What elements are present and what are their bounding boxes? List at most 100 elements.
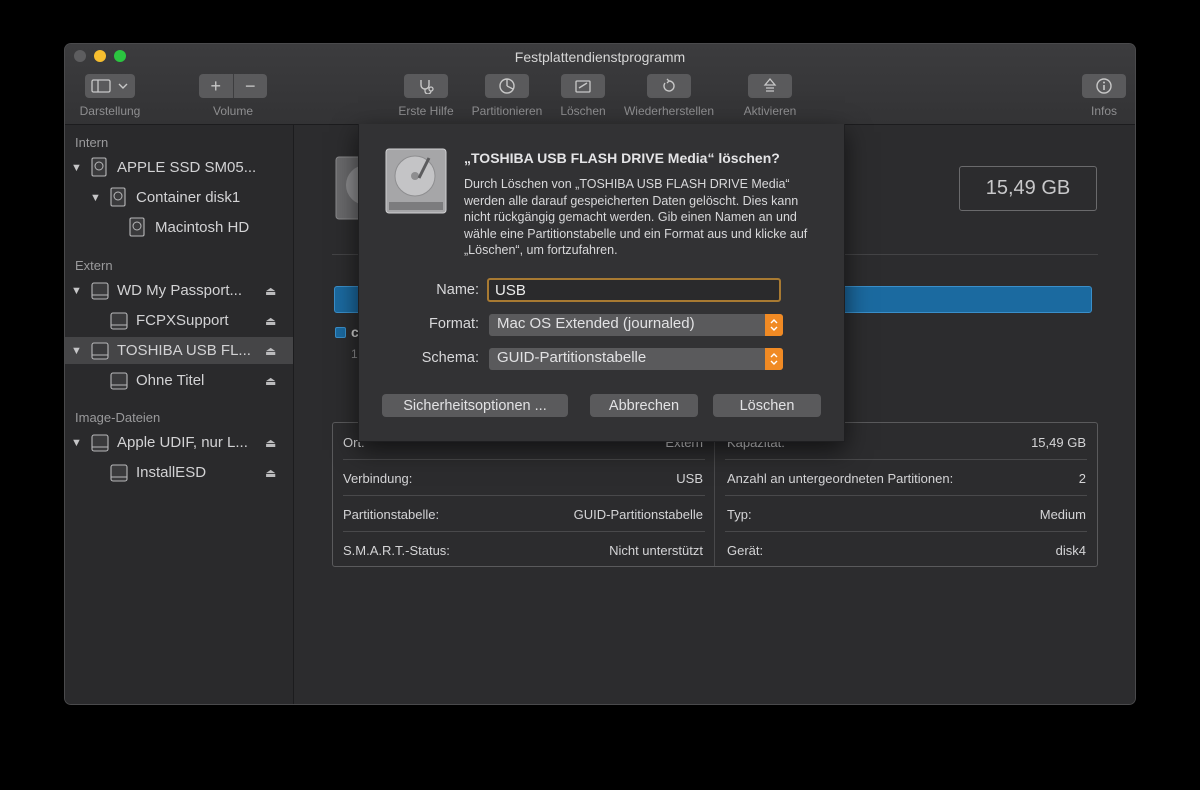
cancel-button[interactable]: Abbrechen (590, 394, 698, 417)
info-table: Ort: Extern Kapazität: 15,49 GB Verbindu… (332, 422, 1098, 567)
internal-disk-icon (91, 157, 107, 177)
section-image-dateien: Image-Dateien (75, 410, 161, 425)
info-connection-value: USB (676, 471, 703, 486)
erase-button[interactable] (561, 74, 605, 98)
sidebar-item-label: InstallESD (136, 464, 207, 481)
format-label: Format: (429, 316, 479, 332)
row-divider (343, 459, 705, 460)
schema-select[interactable]: GUID-Partitionstabelle (489, 348, 783, 370)
info-type-value: Medium (1039, 507, 1086, 522)
disclosure-triangle-icon[interactable]: ▼ (90, 192, 101, 204)
usage-legend-swatch (335, 327, 346, 338)
info-partitions-value: 2 (1078, 471, 1086, 486)
sidebar-item-toshiba-usb[interactable]: ▼ TOSHIBA USB FL... ⏏ (65, 337, 293, 364)
partition-label: Partitionieren (471, 104, 543, 118)
volume-segmented: + − (199, 74, 267, 98)
sidebar-item-label: Apple UDIF, nur L... (117, 434, 248, 451)
restore-arrow-icon (663, 78, 675, 92)
add-volume-button[interactable]: + (199, 76, 233, 97)
first-aid-button[interactable] (404, 74, 448, 98)
info-partition-table-label: Partitionstabelle: (343, 507, 440, 522)
mount-label: Aktivieren (743, 104, 797, 118)
eject-icon[interactable]: ⏏ (265, 436, 276, 450)
eject-icon[interactable]: ⏏ (265, 374, 276, 388)
restore-label: Wiederherstellen (623, 104, 715, 118)
section-intern: Intern (75, 135, 109, 150)
mount-button[interactable] (748, 74, 792, 98)
container-disk-icon (110, 187, 126, 207)
view-button[interactable] (85, 74, 135, 98)
sidebar-item-apple-udif[interactable]: ▼ Apple UDIF, nur L... ⏏ (65, 429, 293, 456)
dialog-title: „TOSHIBA USB FLASH DRIVE Media“ löschen? (464, 150, 780, 166)
erase-confirm-button[interactable]: Löschen (713, 394, 821, 417)
sidebar-item-ohne-titel[interactable]: Ohne Titel ⏏ (65, 367, 293, 394)
mount-icon (763, 77, 777, 92)
external-volume-icon (110, 312, 128, 330)
first-aid-label: Erste Hilfe (398, 104, 454, 118)
device-size-box: 15,49 GB (959, 166, 1097, 211)
sidebar: Intern ▼ APPLE SSD SM05... ▼ Container d… (65, 125, 294, 704)
dialog-message: Durch Löschen von „TOSHIBA USB FLASH DRI… (464, 177, 808, 257)
eject-icon[interactable]: ⏏ (265, 284, 276, 298)
sidebar-item-apple-ssd[interactable]: ▼ APPLE SSD SM05... (65, 154, 293, 181)
section-extern: Extern (75, 258, 113, 273)
row-divider (343, 495, 705, 496)
row-divider (343, 531, 705, 532)
info-connection-label: Verbindung: (343, 471, 413, 486)
eject-icon[interactable]: ⏏ (265, 344, 276, 358)
hard-drive-icon (385, 148, 447, 214)
sidebar-item-label: WD My Passport... (117, 282, 243, 299)
row-divider (725, 531, 1087, 532)
usage-legend-value: 1 (351, 347, 358, 361)
info-button[interactable] (1082, 74, 1126, 98)
volume-label: Volume (212, 104, 254, 118)
disk-image-volume-icon (110, 464, 128, 482)
eject-icon[interactable]: ⏏ (265, 466, 276, 480)
format-select-value: Mac OS Extended (journaled) (497, 315, 695, 332)
disk-image-icon (91, 434, 109, 452)
volume-disk-icon (129, 217, 145, 237)
sidebar-item-fcpxsupport[interactable]: FCPXSupport ⏏ (65, 307, 293, 334)
sidebar-item-label: TOSHIBA USB FL... (117, 342, 251, 359)
sidebar-icon (91, 79, 111, 93)
format-select[interactable]: Mac OS Extended (journaled) (489, 314, 783, 336)
stethoscope-icon (420, 80, 434, 94)
erase-disk-icon (575, 80, 591, 93)
table-divider (714, 423, 715, 566)
security-options-button[interactable]: Sicherheitsoptionen ... (382, 394, 568, 417)
sidebar-item-label: FCPXSupport (136, 312, 229, 329)
toolbar: Festplattendienstprogramm Darstellung + … (65, 44, 1135, 125)
info-label: Infos (1090, 104, 1117, 118)
partition-button[interactable] (485, 74, 529, 98)
sidebar-item-macintosh-hd[interactable]: Macintosh HD (65, 214, 293, 241)
disclosure-triangle-icon[interactable]: ▼ (71, 285, 82, 297)
info-partitions-label: Anzahl an untergeordneten Partitionen: (727, 471, 954, 486)
view-label: Darstellung (79, 104, 141, 118)
info-device-label: Gerät: (727, 543, 764, 558)
erase-dialog: „TOSHIBA USB FLASH DRIVE Media“ löschen?… (358, 124, 845, 442)
pie-partition-icon (499, 78, 515, 94)
sidebar-item-installesd[interactable]: InstallESD ⏏ (65, 459, 293, 486)
schema-select-value: GUID-Partitionstabelle (497, 349, 647, 366)
external-disk-icon (91, 282, 109, 300)
disclosure-triangle-icon[interactable]: ▼ (71, 162, 82, 174)
sidebar-item-wd-passport[interactable]: ▼ WD My Passport... ⏏ (65, 277, 293, 304)
row-divider (725, 495, 1087, 496)
external-disk-icon (91, 342, 109, 360)
restore-button[interactable] (647, 74, 691, 98)
remove-volume-button[interactable]: − (234, 76, 268, 97)
info-partition-table-value: GUID-Partitionstabelle (573, 507, 703, 522)
info-smart-value: Nicht unterstützt (609, 543, 703, 558)
info-capacity-value: 15,49 GB (1031, 435, 1086, 450)
name-label: Name: (436, 282, 479, 298)
disclosure-triangle-icon[interactable]: ▼ (71, 345, 82, 357)
disclosure-triangle-icon[interactable]: ▼ (71, 437, 82, 449)
erase-label: Löschen (560, 104, 606, 118)
up-down-chevron-icon (765, 348, 783, 370)
eject-icon[interactable]: ⏏ (265, 314, 276, 328)
sidebar-item-label: Container disk1 (136, 189, 241, 206)
sidebar-item-container-disk1[interactable]: ▼ Container disk1 (65, 184, 293, 211)
sidebar-item-label: APPLE SSD SM05... (117, 159, 257, 176)
up-down-chevron-icon (765, 314, 783, 336)
name-input[interactable] (487, 278, 781, 302)
